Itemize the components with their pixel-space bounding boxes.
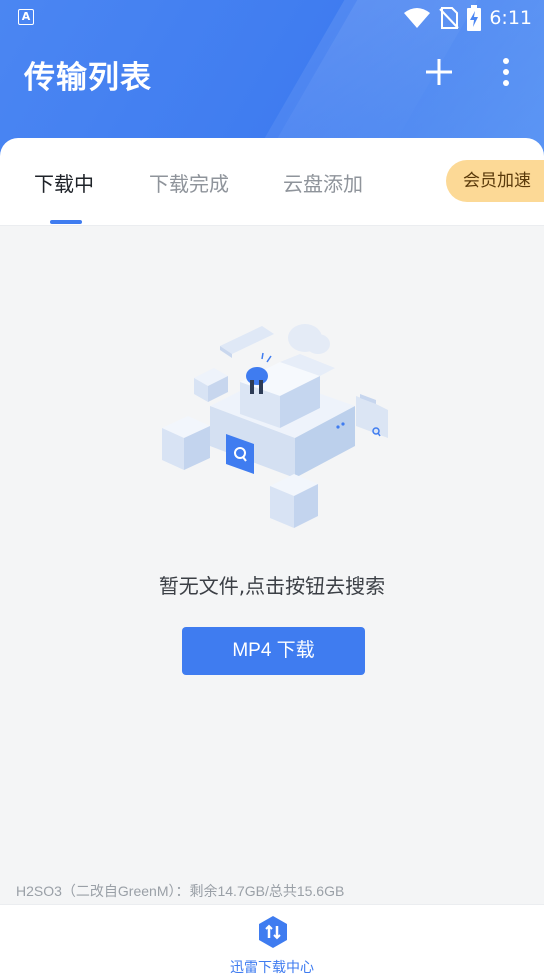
app-notification-icon: A [18,9,34,25]
battery-charging-icon [467,5,482,31]
app-header: A 6:11 传输列表 [0,0,544,160]
page-title: 传输列表 [24,60,152,96]
tab-cloud-add[interactable]: 云盘添加 [283,168,363,197]
vip-speedup-button[interactable]: 会员加速 [446,160,544,202]
active-tab-indicator [50,220,82,224]
empty-state-message: 暂无文件,点击按钮去搜索 [158,574,386,598]
download-center-icon[interactable] [256,915,290,949]
tab-downloading[interactable]: 下载中 [34,168,94,197]
tab-bar: 下载中 下载完成 云盘添加 会员加速 [0,138,544,226]
tab-download-complete[interactable]: 下载完成 [149,168,229,197]
bottom-nav: 迅雷下载中心 [0,904,544,978]
mp4-download-button[interactable]: MP4 下载 [182,627,365,675]
status-bar: A 6:11 [0,0,544,36]
download-center-label[interactable]: 迅雷下载中心 [0,957,544,977]
wifi-icon [404,8,431,28]
storage-info: H2SO3（二改自GreenM）：剩余14.7GB/总共15.6GB [16,883,345,899]
status-time: 6:11 [489,7,532,29]
no-sim-icon [439,7,460,29]
more-vertical-icon[interactable] [488,54,524,90]
plus-icon[interactable] [421,54,457,90]
empty-state-illustration [162,324,388,528]
